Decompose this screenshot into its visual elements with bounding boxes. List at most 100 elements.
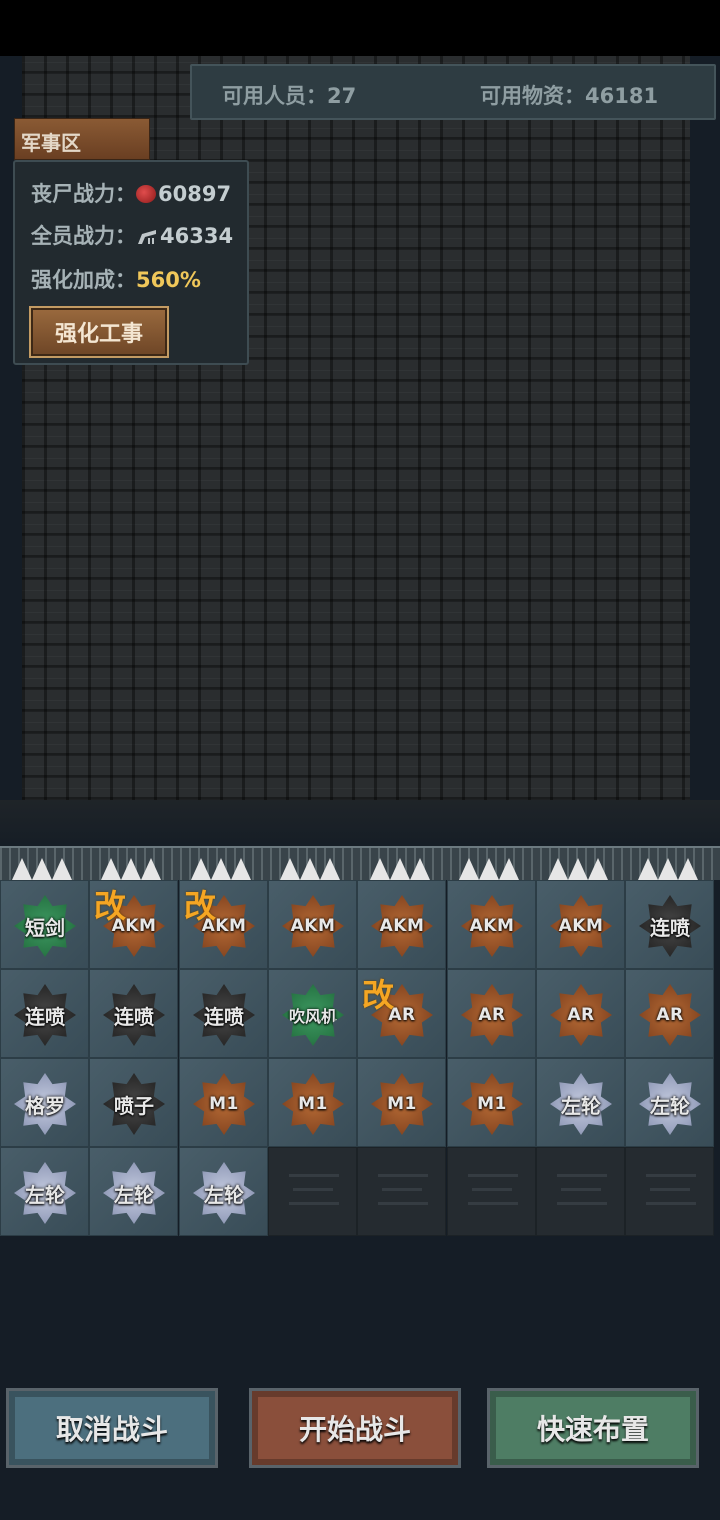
unit-label: 左轮: [650, 1093, 690, 1118]
unit-slot[interactable]: 左轮: [0, 1147, 89, 1236]
spike: [320, 858, 340, 880]
modified-marker: 改: [362, 976, 395, 1014]
spike: [499, 858, 519, 880]
unit-badge-icon: 短剑: [14, 895, 76, 957]
unit-slot[interactable]: 左轮: [179, 1147, 268, 1236]
unit-slot[interactable]: 左轮: [536, 1058, 625, 1147]
unit-badge-icon: M1: [371, 1073, 433, 1135]
unit-label: 连喷: [204, 1004, 244, 1029]
start-battle-button[interactable]: 开始战斗: [249, 1388, 461, 1468]
unit-label: M1: [209, 1094, 239, 1114]
upgrade-fortification-button[interactable]: 强化工事: [29, 306, 169, 358]
spike: [191, 858, 211, 880]
spike-group: [276, 854, 362, 880]
unit-slot[interactable]: AKM: [357, 880, 446, 969]
battlefield-edge: [0, 800, 720, 850]
spike: [410, 858, 430, 880]
unit-slot[interactable]: M1: [357, 1058, 446, 1147]
spike: [638, 858, 658, 880]
unit-label: 左轮: [114, 1182, 154, 1207]
unit-label: M1: [298, 1094, 328, 1114]
spike-group: [544, 854, 630, 880]
unit-badge-icon: M1: [282, 1073, 344, 1135]
spike: [300, 858, 320, 880]
unit-badge-icon: M1: [193, 1073, 255, 1135]
gun-icon: [138, 230, 156, 244]
unit-badge-icon: 左轮: [14, 1162, 76, 1224]
unit-label: AKM: [469, 916, 515, 936]
unit-badge-icon: 格罗: [14, 1073, 76, 1135]
bonus-label: 强化加成：: [31, 268, 136, 292]
team-power-row: 全员战力： 46334: [31, 220, 233, 250]
unit-label: 左轮: [204, 1182, 244, 1207]
unit-badge-icon: 左轮: [639, 1073, 701, 1135]
unit-slot[interactable]: AKM 改: [179, 880, 268, 969]
empty-slot[interactable]: [268, 1147, 357, 1236]
zombie-power-label: 丧尸战力：: [31, 182, 136, 206]
unit-slot[interactable]: 喷子: [89, 1058, 178, 1147]
team-power-value: 46334: [160, 224, 234, 248]
personnel-counter: 可用人员：27: [222, 80, 356, 110]
zone-info-panel: 丧尸战力： 60897 全员战力： 46334 强化加成：560% 强化工事: [13, 160, 249, 365]
unit-label: 连喷: [650, 915, 690, 940]
spike: [568, 858, 588, 880]
spike-barricade: [0, 846, 720, 880]
quick-deploy-button[interactable]: 快速布置: [487, 1388, 699, 1468]
unit-badge-icon: 喷子: [103, 1073, 165, 1135]
unit-badge-icon: AR: [461, 984, 523, 1046]
cancel-battle-button[interactable]: 取消战斗: [6, 1388, 218, 1468]
empty-slot[interactable]: [447, 1147, 536, 1236]
unit-slot[interactable]: AR: [447, 969, 536, 1058]
spike: [32, 858, 52, 880]
unit-label: 格罗: [25, 1093, 65, 1118]
unit-slot[interactable]: 连喷: [89, 969, 178, 1058]
empty-slot[interactable]: [536, 1147, 625, 1236]
unit-slot[interactable]: AR: [625, 969, 714, 1058]
brain-icon: [136, 185, 156, 203]
spike-group: [8, 854, 94, 880]
zombie-power-value: 60897: [158, 182, 232, 206]
unit-slot[interactable]: M1: [268, 1058, 357, 1147]
spike: [548, 858, 568, 880]
unit-label: 吹风机: [288, 1007, 337, 1026]
resource-bar: 可用人员：27 可用物资：46181: [190, 64, 716, 120]
empty-slot[interactable]: [625, 1147, 714, 1236]
spike: [658, 858, 678, 880]
unit-slot[interactable]: 连喷: [179, 969, 268, 1058]
unit-slot[interactable]: M1: [447, 1058, 536, 1147]
personnel-label: 可用人员：: [222, 84, 327, 108]
unit-label: 喷子: [114, 1093, 154, 1118]
unit-badge-icon: 左轮: [550, 1073, 612, 1135]
unit-slot[interactable]: 格罗: [0, 1058, 89, 1147]
unit-badge-icon: 连喷: [639, 895, 701, 957]
spike: [231, 858, 251, 880]
unit-slot[interactable]: AR: [536, 969, 625, 1058]
spike: [211, 858, 231, 880]
unit-slot[interactable]: 吹风机: [268, 969, 357, 1058]
spike: [121, 858, 141, 880]
spike: [390, 858, 410, 880]
spike-group: [634, 854, 720, 880]
unit-slot[interactable]: 短剑: [0, 880, 89, 969]
unit-label: 连喷: [25, 1004, 65, 1029]
spike: [479, 858, 499, 880]
unit-slot[interactable]: AKM: [447, 880, 536, 969]
zone-title: 军事区: [14, 118, 150, 160]
unit-slot[interactable]: AR 改: [357, 969, 446, 1058]
unit-slot[interactable]: 左轮: [89, 1147, 178, 1236]
supplies-label: 可用物资：: [480, 84, 585, 108]
unit-slot[interactable]: M1: [179, 1058, 268, 1147]
spike: [678, 858, 698, 880]
unit-slot[interactable]: 连喷: [625, 880, 714, 969]
unit-slot[interactable]: 连喷: [0, 969, 89, 1058]
unit-label: 连喷: [114, 1004, 154, 1029]
unit-slot[interactable]: AKM 改: [89, 880, 178, 969]
unit-slot[interactable]: 左轮: [625, 1058, 714, 1147]
unit-badge-icon: AKM: [550, 895, 612, 957]
unit-label: AR: [478, 1005, 506, 1025]
supplies-counter: 可用物资：46181: [480, 80, 658, 110]
empty-slot[interactable]: [357, 1147, 446, 1236]
unit-slot[interactable]: AKM: [536, 880, 625, 969]
unit-slot[interactable]: AKM: [268, 880, 357, 969]
unit-label: AR: [656, 1005, 684, 1025]
